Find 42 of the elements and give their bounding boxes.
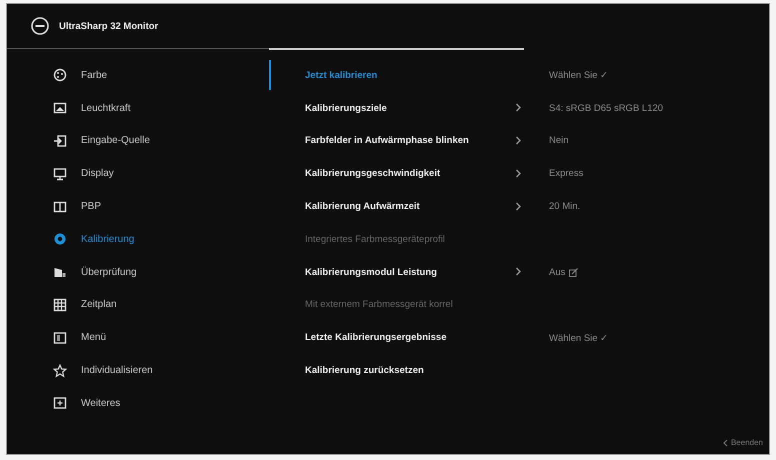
setting-value: Express <box>549 168 584 180</box>
setting-label[interactable]: Kalibrierung zurücksetzen <box>305 363 424 378</box>
menu-item[interactable]: Leuchtkraft <box>81 100 130 116</box>
setting-label[interactable]: Kalibrierung Aufwärmzeit <box>305 199 420 214</box>
menu-item[interactable]: Überprüfung <box>81 264 137 280</box>
plus-box-icon <box>53 396 67 410</box>
setting-value: Wählen Sie ✓ <box>549 69 608 82</box>
setting-value: Nein <box>549 135 569 146</box>
menu-icon <box>53 330 67 345</box>
chevron-left-icon <box>722 438 728 446</box>
picture-frame-icon <box>53 101 67 116</box>
menu-item[interactable]: PBP <box>81 199 102 214</box>
exit-button[interactable]: Beenden <box>730 438 763 447</box>
setting-label[interactable]: Letzte Kalibrierungsergebnisse <box>305 330 446 346</box>
setting-label[interactable]: Kalibrierungsmodul Leistung <box>305 264 437 280</box>
menu-item[interactable]: Weiteres <box>81 396 120 411</box>
menu-item[interactable]: Farbe <box>81 68 108 83</box>
setting-value: 20 Min. <box>549 201 580 212</box>
setting-label[interactable]: Farbfelder in Aufwärmphase blinken <box>305 133 469 148</box>
menu-item[interactable]: Display <box>81 166 114 182</box>
palette-icon <box>53 68 67 82</box>
setting-value: S4: sRGB D65 sRGB L120 <box>549 102 664 114</box>
menu-item[interactable]: Individualisieren <box>81 363 153 378</box>
setting-label[interactable]: Kalibrierungsziele <box>305 100 387 116</box>
pencil-box-icon <box>569 268 578 277</box>
menu-item[interactable]: Eingabe-Quelle <box>81 133 150 148</box>
logo-icon <box>31 17 49 35</box>
target-icon <box>53 232 67 246</box>
menu-item[interactable]: Kalibrierung <box>81 232 134 247</box>
input-arrow-icon <box>53 134 67 148</box>
setting-label[interactable]: Kalibrierungsgeschwindigkeit <box>305 166 440 182</box>
menu-item[interactable]: Zeitplan <box>81 297 117 312</box>
grid-icon <box>53 298 67 312</box>
monitor-title: UltraSharp 32 Monitor <box>59 20 158 32</box>
setting-value: Aus <box>549 266 566 278</box>
setting-label[interactable]: Jetzt kalibrieren <box>305 68 378 83</box>
menu-item[interactable]: Menü <box>81 330 106 346</box>
split-screen-icon <box>53 200 67 214</box>
star-icon <box>53 364 67 378</box>
wedge-icon <box>53 265 67 280</box>
monitor-icon <box>53 166 67 181</box>
setting-value: Wählen Sie ✓ <box>549 332 608 344</box>
